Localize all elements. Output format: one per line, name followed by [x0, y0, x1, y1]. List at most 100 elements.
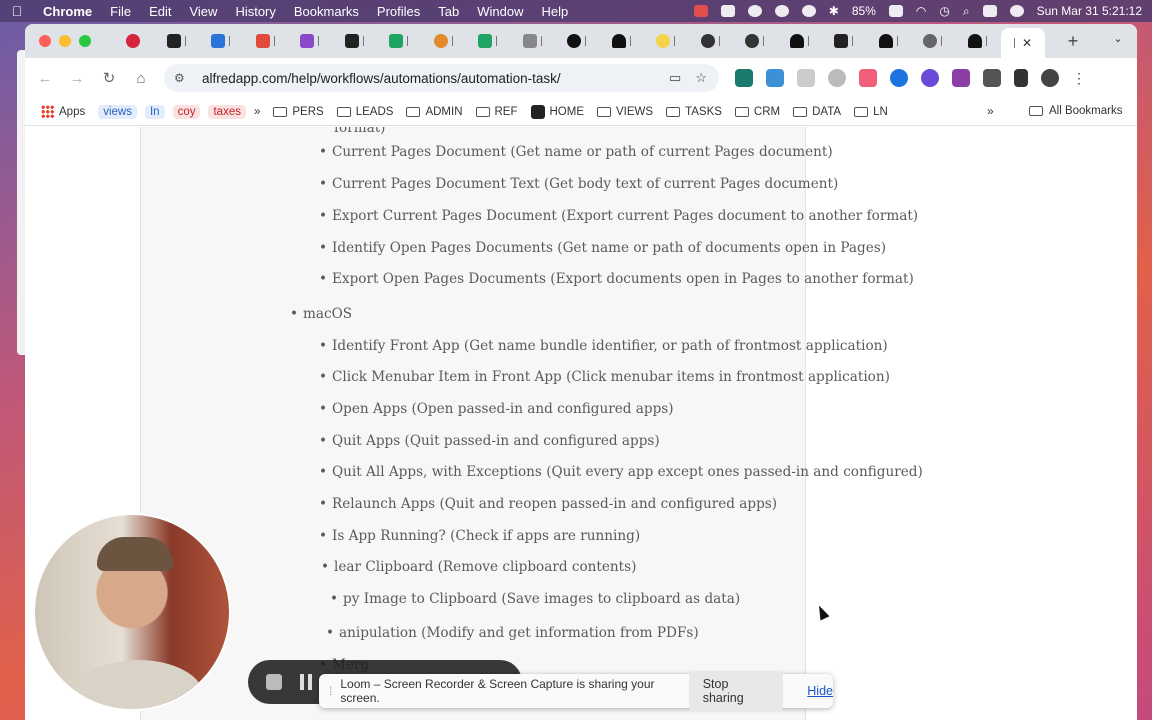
bookmark-apps[interactable]: Apps: [41, 105, 85, 118]
bookmark-leads[interactable]: LEADS: [336, 106, 393, 118]
bookmark-ref[interactable]: REF: [475, 106, 518, 118]
moon-status-icon[interactable]: [801, 5, 816, 17]
tab[interactable]: [245, 28, 290, 54]
side-panel-icon[interactable]: [1014, 69, 1028, 87]
notion-favicon-icon: [166, 34, 181, 48]
camera-icon[interactable]: ▭: [669, 70, 681, 86]
new-tab-button[interactable]: +: [1053, 31, 1093, 52]
menu-bookmarks[interactable]: Bookmarks: [285, 4, 368, 19]
tab[interactable]: [289, 28, 334, 54]
control-center-icon[interactable]: [982, 5, 997, 17]
clock-status-icon[interactable]: ◷: [939, 4, 949, 18]
tab[interactable]: [823, 28, 868, 54]
bookmark-pers[interactable]: PERS: [273, 106, 324, 118]
gift-status-icon[interactable]: [693, 5, 708, 17]
back-button[interactable]: ←: [29, 70, 61, 87]
stop-sharing-button[interactable]: Stop sharing: [688, 671, 784, 711]
bookmark-ln[interactable]: LN: [854, 106, 888, 118]
bookmark-crm[interactable]: CRM: [734, 106, 780, 118]
list-item: Export Current Pages Document (Export cu…: [319, 208, 918, 224]
close-tab-icon[interactable]: ✕: [1022, 36, 1032, 50]
url-text[interactable]: alfredapp.com/help/workflows/automations…: [202, 71, 561, 86]
extension-pad-icon[interactable]: [952, 69, 970, 87]
close-window-button[interactable]: [39, 35, 51, 47]
bookmark-star-icon[interactable]: ☆: [695, 70, 707, 86]
lock-status-icon[interactable]: [720, 5, 735, 17]
reload-button[interactable]: ↻: [93, 69, 125, 87]
bookmark-views[interactable]: VIEWS: [597, 106, 653, 118]
tab[interactable]: [378, 28, 423, 54]
menu-edit[interactable]: Edit: [140, 4, 180, 19]
profile-avatar[interactable]: [1041, 69, 1059, 87]
tab[interactable]: [957, 28, 1002, 54]
gear-status-icon[interactable]: [747, 5, 762, 17]
fullscreen-window-button[interactable]: [79, 35, 91, 47]
bookmark-in[interactable]: In: [144, 104, 165, 119]
bookmark--[interactable]: »: [254, 106, 260, 118]
loom-webcam-bubble[interactable]: [33, 513, 231, 711]
menu-help[interactable]: Help: [533, 4, 578, 19]
battery-icon[interactable]: [888, 5, 903, 17]
hide-link[interactable]: Hide: [807, 684, 833, 698]
home-button[interactable]: ⌂: [125, 70, 157, 87]
tab[interactable]: [512, 28, 557, 54]
extension-burst-icon[interactable]: [921, 69, 939, 87]
menu-window[interactable]: Window: [468, 4, 532, 19]
extension-v-icon[interactable]: [766, 69, 784, 87]
chrome-menu-icon[interactable]: ⋮: [1072, 70, 1086, 87]
tab[interactable]: [779, 28, 824, 54]
wifi-icon[interactable]: ◠: [916, 4, 926, 18]
extension-c-icon[interactable]: [890, 69, 908, 87]
loom-stop-button[interactable]: [266, 674, 282, 690]
all-bookmarks[interactable]: All Bookmarks: [1029, 105, 1123, 117]
tab[interactable]: [156, 28, 201, 54]
extension-clock-icon[interactable]: [828, 69, 846, 87]
menu-view[interactable]: View: [180, 4, 226, 19]
tab-active[interactable]: ✕: [1001, 28, 1045, 58]
address-bar[interactable]: ⚙ alfredapp.com/help/workflows/automatio…: [164, 64, 719, 92]
tab[interactable]: [556, 28, 601, 54]
menu-file[interactable]: File: [101, 4, 140, 19]
tab[interactable]: [423, 28, 468, 54]
bookmark-coy[interactable]: coy: [172, 104, 201, 119]
apple-menu-icon[interactable]: : [0, 3, 34, 19]
bookmark-views[interactable]: views: [98, 104, 137, 119]
bookmark-admin[interactable]: ADMIN: [406, 106, 463, 118]
bluetooth-status-icon[interactable]: ✱: [829, 4, 839, 18]
extension-arrow-icon[interactable]: [859, 69, 877, 87]
tab[interactable]: [868, 28, 913, 54]
extension-h-icon[interactable]: [735, 69, 753, 87]
tab[interactable]: [734, 28, 779, 54]
tab[interactable]: [601, 28, 646, 54]
bookmarks-overflow-icon[interactable]: »: [987, 104, 994, 118]
tab[interactable]: [111, 28, 156, 54]
menu-app-name[interactable]: Chrome: [34, 4, 101, 19]
cloud-status-icon[interactable]: [774, 5, 789, 17]
tab[interactable]: [334, 28, 379, 54]
siri-icon[interactable]: [1009, 5, 1024, 17]
tab[interactable]: [912, 28, 957, 54]
forward-button[interactable]: →: [61, 70, 93, 87]
menubar-datetime[interactable]: Sun Mar 31 5:21:12: [1037, 4, 1142, 18]
tab[interactable]: [645, 28, 690, 54]
site-info-icon[interactable]: ⚙: [174, 71, 190, 85]
extensions-puzzle-icon[interactable]: [983, 69, 1001, 87]
tab-search-chevron-icon[interactable]: ⌄: [1109, 32, 1127, 50]
tab[interactable]: [200, 28, 245, 54]
bookmark-home[interactable]: HOME: [530, 104, 584, 119]
menu-profiles[interactable]: Profiles: [368, 4, 429, 19]
tab[interactable]: [467, 28, 512, 54]
bookmark-data[interactable]: DATA: [793, 106, 841, 118]
search-status-icon[interactable]: ⌕: [963, 4, 970, 19]
loom-pause-button[interactable]: [300, 674, 312, 690]
tab[interactable]: [690, 28, 735, 54]
minimize-window-button[interactable]: [59, 35, 71, 47]
extension-window-icon[interactable]: [797, 69, 815, 87]
bookmark-tasks[interactable]: TASKS: [666, 106, 722, 118]
drag-handle-icon[interactable]: ⁞: [329, 684, 332, 698]
menu-history[interactable]: History: [226, 4, 284, 19]
bookmark-taxes[interactable]: taxes: [208, 104, 246, 119]
avatar-favicon-icon: [433, 34, 448, 48]
menu-tab[interactable]: Tab: [429, 4, 468, 19]
list-item: py Image to Clipboard (Save images to cl…: [330, 591, 740, 607]
